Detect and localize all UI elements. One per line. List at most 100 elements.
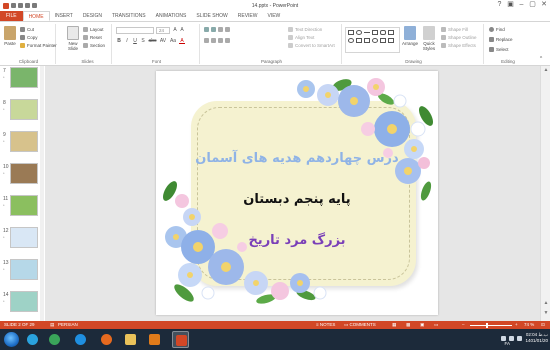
textbox-shape-icon[interactable] — [372, 30, 378, 35]
taskbar-telegram[interactable] — [24, 331, 41, 348]
find-button[interactable]: Find — [489, 27, 505, 32]
shape-outline-button[interactable]: Shape Outline — [441, 35, 477, 40]
brace-shape-icon[interactable] — [364, 38, 370, 43]
slide-subtitle-grade[interactable]: پایه پنجم دبستان — [156, 192, 438, 207]
present-icon[interactable] — [32, 3, 37, 8]
thumbnail-item[interactable]: 14 * — [0, 290, 43, 317]
thumbnail-image[interactable] — [10, 131, 38, 152]
taskbar-powerpoint[interactable] — [172, 331, 189, 348]
quick-styles-button[interactable]: Quick Styles — [421, 26, 437, 51]
current-slide[interactable]: درس چهاردهم هدیه های آسمان پایه پنجم دبس… — [156, 71, 438, 315]
collapse-ribbon-icon[interactable]: ^ — [538, 56, 544, 62]
undo-icon[interactable] — [18, 3, 23, 8]
shadow-button[interactable]: S — [140, 38, 146, 44]
tab-animations[interactable]: ANIMATIONS — [151, 11, 192, 21]
zoom-level[interactable]: 74 % — [524, 322, 534, 327]
shapes-gallery[interactable] — [345, 27, 400, 53]
change-case-button[interactable]: Aa — [169, 38, 177, 44]
slide-scrollbar[interactable]: ▲ ▲ ▼ — [540, 66, 550, 321]
thumbnail-image[interactable] — [10, 259, 38, 280]
decrease-font-icon[interactable]: A — [179, 27, 185, 33]
spacing-button[interactable]: AV — [159, 38, 167, 44]
triangle-shape-icon[interactable] — [356, 38, 362, 43]
slide-subtitle-topic[interactable]: بزرگ مرد تاریخ — [156, 233, 438, 248]
zoom-out-button[interactable]: – — [462, 322, 465, 327]
shape-effects-button[interactable]: Shape Effects — [441, 43, 476, 48]
spellcheck-icon[interactable]: ▤ — [50, 322, 54, 328]
previous-slide-icon[interactable]: ▲ — [543, 300, 549, 306]
slideshow-view-icon[interactable]: ▭ — [434, 322, 438, 328]
callout-shape-icon[interactable] — [380, 38, 386, 43]
comments-button[interactable]: ▭ COMMENTS — [344, 322, 376, 328]
select-button[interactable]: Select — [489, 47, 509, 52]
zoom-slider[interactable] — [470, 324, 512, 326]
font-size-combo[interactable]: 24 — [156, 27, 170, 34]
tab-design[interactable]: DESIGN — [78, 11, 107, 21]
save-icon[interactable] — [11, 3, 16, 8]
thumbnail-image[interactable] — [10, 227, 38, 248]
copy-button[interactable]: Copy — [20, 35, 38, 40]
text-direction-button[interactable]: Text Direction — [288, 27, 322, 32]
thumbnail-image[interactable] — [10, 67, 38, 88]
circle-shape-icon[interactable] — [348, 38, 354, 43]
tray-clock[interactable]: 02:04 ب.ظ 1401/01/20 — [525, 332, 548, 343]
thumbnail-item[interactable]: 11 * — [0, 194, 43, 221]
zoom-slider-thumb[interactable] — [486, 322, 488, 328]
bracket-shape-icon[interactable] — [388, 38, 394, 43]
strikethrough-button[interactable]: abc — [148, 38, 157, 44]
font-name-combo[interactable] — [116, 27, 154, 34]
rounded-rect-shape-icon[interactable] — [380, 30, 386, 35]
line-shape-icon[interactable] — [364, 32, 370, 33]
tab-insert[interactable]: INSERT — [50, 11, 78, 21]
slide-title[interactable]: درس چهاردهم هدیه های آسمان — [156, 151, 438, 166]
slide-sorter-icon[interactable]: ▩ — [406, 322, 410, 328]
zoom-in-button[interactable]: + — [515, 322, 518, 327]
scroll-up-icon[interactable]: ▲ — [543, 67, 549, 73]
paste-button[interactable]: Paste — [2, 26, 18, 46]
reading-view-icon[interactable]: ▣ — [420, 322, 424, 328]
input-language[interactable]: FA — [504, 341, 510, 346]
taskbar-media-player[interactable] — [146, 331, 163, 348]
thumbnail-image[interactable] — [10, 291, 38, 312]
tab-review[interactable]: REVIEW — [233, 11, 263, 21]
taskbar-edge[interactable] — [46, 331, 63, 348]
fit-to-window-icon[interactable]: ⊡ — [541, 322, 545, 328]
thumbnail-item[interactable]: 7 * — [0, 66, 43, 93]
layout-button[interactable]: Layout — [83, 27, 104, 32]
cut-button[interactable]: Cut — [20, 27, 34, 32]
taskbar-explorer[interactable] — [122, 331, 139, 348]
taskbar-firefox[interactable] — [98, 331, 115, 348]
thumbnail-image[interactable] — [10, 99, 38, 120]
normal-view-icon[interactable]: ▦ — [392, 322, 396, 328]
tab-transitions[interactable]: TRANSITIONS — [107, 11, 151, 21]
shape-fill-button[interactable]: Shape Fill — [441, 27, 468, 32]
increase-font-icon[interactable]: A — [172, 27, 178, 33]
align-text-button[interactable]: Align Text — [288, 35, 314, 40]
start-button[interactable] — [4, 332, 19, 347]
section-button[interactable]: Section — [83, 43, 105, 48]
tab-file[interactable]: FILE — [0, 11, 23, 21]
thumbnail-item[interactable]: 9 * — [0, 130, 43, 157]
notes-button[interactable]: ≡ NOTES — [316, 322, 335, 327]
rectangle-shape-icon[interactable] — [348, 30, 354, 35]
star-shape-icon[interactable] — [372, 38, 378, 43]
thumbnail-image[interactable] — [10, 163, 38, 184]
thumbnail-image[interactable] — [10, 195, 38, 216]
maximize-button[interactable]: ▢ — [527, 0, 538, 11]
tab-slide-show[interactable]: SLIDE SHOW — [191, 11, 232, 21]
replace-button[interactable]: Replace — [489, 37, 513, 42]
next-slide-icon[interactable]: ▼ — [543, 310, 549, 316]
arrange-button[interactable]: Arrange — [402, 26, 418, 46]
minimize-button[interactable]: – — [516, 0, 527, 11]
thumbnail-item[interactable]: 8 * — [0, 98, 43, 125]
convert-smartart-button[interactable]: Convert to SmartArt — [288, 43, 335, 48]
tab-home[interactable]: HOME — [22, 11, 50, 21]
oval-shape-icon[interactable] — [356, 30, 362, 35]
thumbnail-item[interactable]: 13 * — [0, 258, 43, 285]
italic-button[interactable]: I — [124, 38, 130, 44]
arrow-shape-icon[interactable] — [388, 30, 394, 35]
new-slide-button[interactable]: New Slide — [65, 26, 81, 51]
close-button[interactable]: ✕ — [538, 0, 550, 11]
alignment-buttons[interactable] — [204, 38, 230, 43]
underline-button[interactable]: U — [132, 38, 138, 44]
